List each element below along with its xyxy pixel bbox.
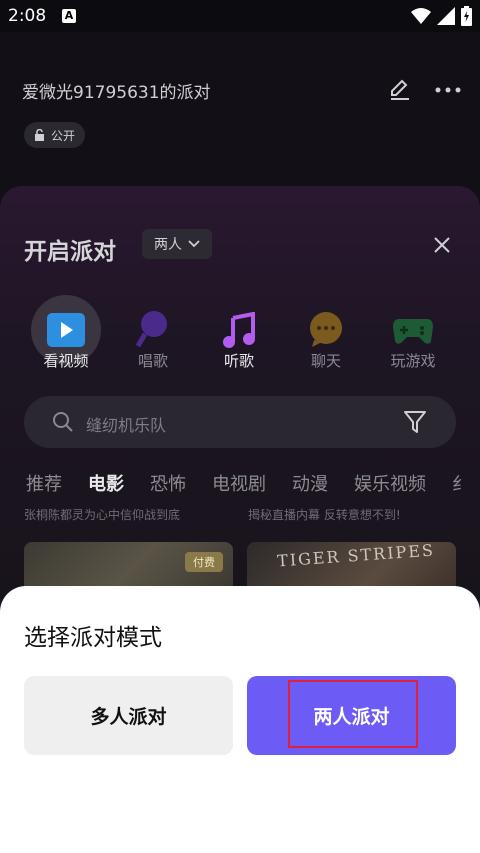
- category-label: 听歌: [223, 352, 254, 370]
- category-label: 聊天: [310, 352, 341, 370]
- wifi-icon: [411, 8, 431, 24]
- category-play-game[interactable]: 玩游戏: [373, 295, 453, 370]
- category-label: 唱歌: [137, 352, 168, 370]
- video-subtitle: 揭秘直播内幕 反转意想不到!: [248, 508, 401, 522]
- more-icon[interactable]: [434, 80, 462, 100]
- sheet-title: 选择派对模式: [24, 625, 162, 651]
- mode-dropdown[interactable]: 两人: [142, 229, 212, 259]
- category-listen-music[interactable]: 听歌: [199, 295, 279, 370]
- multi-person-party-button[interactable]: 多人派对: [24, 676, 233, 755]
- signal-icon: [437, 7, 455, 25]
- tab-movie[interactable]: 电影: [88, 470, 124, 496]
- public-label: 公开: [51, 128, 76, 143]
- status-icons: [411, 6, 472, 26]
- paid-badge: 付费: [185, 552, 223, 572]
- play-icon: [47, 313, 85, 347]
- chat-icon: [310, 312, 342, 347]
- tab-entertainment-video[interactable]: 娱乐视频: [354, 470, 426, 496]
- close-icon[interactable]: [432, 235, 452, 255]
- tab-recommend[interactable]: 推荐: [26, 470, 62, 496]
- chevron-down-icon: [188, 240, 200, 248]
- tab-tv-series[interactable]: 电视剧: [212, 470, 266, 496]
- video-subtitle: 张桐陈都灵为心中信仰战到底: [24, 508, 181, 522]
- search-icon: [53, 412, 73, 432]
- search-input[interactable]: 缝纫机乐队: [86, 412, 166, 436]
- notification-icon: A: [62, 9, 76, 23]
- tab-anime[interactable]: 动漫: [292, 470, 328, 496]
- category-chat[interactable]: 聊天: [286, 295, 366, 370]
- clock: 2:08: [8, 6, 47, 26]
- category-label: 看视频: [43, 352, 89, 370]
- mode-selected-label: 两人: [154, 237, 182, 253]
- panel-title: 开启派对: [24, 239, 116, 265]
- filter-icon[interactable]: [404, 410, 426, 434]
- edit-icon[interactable]: [388, 79, 412, 101]
- gamepad-icon: [393, 319, 433, 344]
- category-tabs: 推荐 电影 恐怖 电视剧 动漫 娱乐视频 纟: [26, 470, 480, 496]
- category-label: 玩游戏: [390, 352, 436, 370]
- lock-icon: [35, 129, 44, 141]
- search-bar[interactable]: 缝纫机乐队: [24, 396, 456, 448]
- party-title: 爱微光91795631的派对: [22, 83, 211, 103]
- video-art-text: TIGER STRIPES: [276, 542, 436, 571]
- tab-horror[interactable]: 恐怖: [150, 470, 186, 496]
- public-badge[interactable]: 公开: [24, 122, 86, 148]
- status-bar: 2:08 A: [0, 0, 480, 32]
- microphone-icon: [136, 311, 167, 348]
- category-sing[interactable]: 唱歌: [113, 295, 193, 370]
- two-person-party-button[interactable]: 两人派对: [247, 676, 456, 755]
- music-note-icon: [223, 312, 255, 348]
- tab-partial[interactable]: 纟: [452, 470, 470, 496]
- category-watch-video[interactable]: 看视频: [26, 295, 106, 370]
- battery-icon: [461, 6, 472, 26]
